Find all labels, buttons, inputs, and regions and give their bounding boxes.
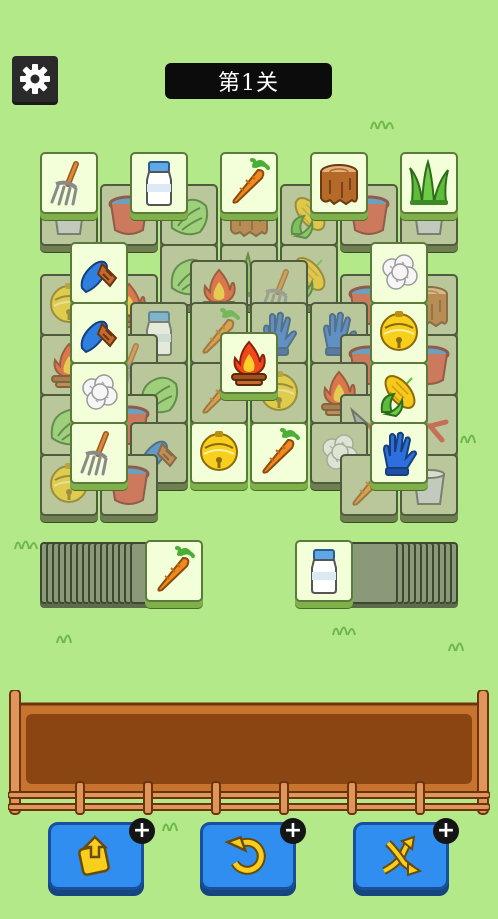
settings-button[interactable] <box>12 56 58 102</box>
tile-cotton[interactable] <box>70 362 128 424</box>
tile-glove[interactable] <box>370 422 428 484</box>
tile-pitchfork[interactable] <box>70 422 128 484</box>
tile-bell[interactable] <box>190 422 248 484</box>
grass-icon <box>406 158 452 208</box>
tile-grass[interactable] <box>400 152 458 214</box>
milk-bottle-icon <box>301 546 347 596</box>
tile-carrot[interactable] <box>250 422 308 484</box>
shuffle-icon <box>382 835 423 877</box>
undo-plus-badge[interactable]: + <box>280 818 306 844</box>
grass-decoration <box>162 822 178 832</box>
cotton-icon <box>76 368 122 418</box>
undo-icon <box>225 835 266 875</box>
tile-brush[interactable] <box>70 242 128 304</box>
move-out-icon <box>78 835 110 876</box>
carrot-icon <box>256 428 302 478</box>
tile-carrot[interactable] <box>220 152 278 214</box>
cotton-icon <box>376 248 422 298</box>
pitchfork-icon <box>46 158 92 208</box>
corn-icon <box>376 368 422 418</box>
grass-decoration <box>370 120 394 130</box>
brush-icon <box>76 248 122 298</box>
grass-decoration <box>448 642 464 652</box>
tile-brush[interactable] <box>70 302 128 364</box>
grass-decoration <box>14 540 38 550</box>
tile-tree-stump[interactable] <box>310 152 368 214</box>
grass-decoration <box>460 434 476 444</box>
carrot-icon <box>151 546 197 596</box>
bell-icon <box>376 308 422 358</box>
tile-campfire[interactable] <box>220 332 278 394</box>
gear-icon <box>20 64 50 94</box>
grass-decoration <box>332 626 356 636</box>
tile-milk-bottle[interactable] <box>130 152 188 214</box>
tree-stump-icon <box>316 158 362 208</box>
grass-decoration <box>56 634 72 644</box>
bell-icon <box>196 428 242 478</box>
brush-icon <box>76 308 122 358</box>
tile-slot-fence <box>8 690 490 815</box>
level-title: 第1关 <box>165 63 332 99</box>
glove-icon <box>376 428 422 478</box>
pitchfork-icon <box>76 428 122 478</box>
move-out-plus-badge[interactable]: + <box>129 818 155 844</box>
milk-bottle-icon <box>136 158 182 208</box>
tile-pitchfork[interactable] <box>40 152 98 214</box>
shuffle-plus-badge[interactable]: + <box>433 818 459 844</box>
tile-bell[interactable] <box>370 302 428 364</box>
carrot-icon <box>226 158 272 208</box>
right-stack-top-milk-bottle[interactable] <box>295 540 353 602</box>
tile-cotton[interactable] <box>370 242 428 304</box>
left-stack-top-carrot[interactable] <box>145 540 203 602</box>
campfire-icon <box>226 338 272 388</box>
tile-corn[interactable] <box>370 362 428 424</box>
